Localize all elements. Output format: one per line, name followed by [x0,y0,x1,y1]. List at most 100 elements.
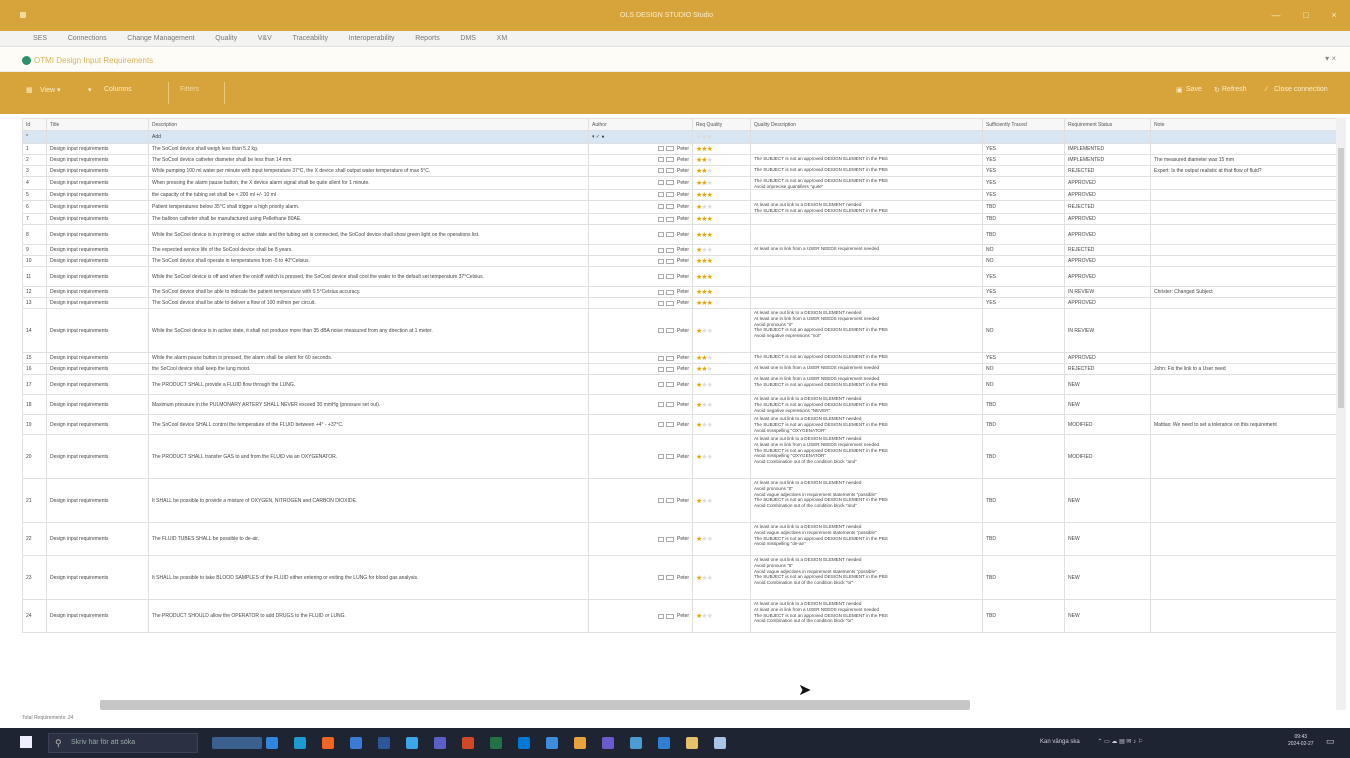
row-title-cell[interactable]: Design input requirements [46,555,149,601]
row-note-cell[interactable] [1150,297,1336,310]
row-quality-description-cell[interactable] [750,189,983,202]
table-row[interactable]: 11 Design input requirements While the SoC… [22,266,1336,288]
refresh-button[interactable]: Refresh [1222,86,1247,93]
row-title-cell[interactable]: Design input requirements [46,478,149,524]
row-title-cell[interactable]: Design input requirements [46,224,149,246]
app-icon-purple[interactable] [602,737,614,749]
row-description-cell[interactable]: The PRODUCT SHOULD allow the OPERATOR to… [148,599,589,634]
row-note-cell[interactable] [1150,143,1336,155]
row-author-cell[interactable]: Peter [588,255,693,268]
row-description-cell[interactable]: It SHALL be possible to take BLOOD SAMPL… [148,555,589,601]
row-author-cell[interactable]: Peter [588,434,693,480]
row-status-cell[interactable]: APPROVED [1064,255,1151,268]
table-row[interactable]: 8 Design input requirements While the SoCo… [22,224,1336,246]
row-quality-description-cell[interactable]: At least one out link to a DESIGN ELEMEN… [750,434,983,480]
row-description-cell[interactable]: When pressing the alarm pause button, th… [148,175,589,191]
row-description-cell[interactable]: It SHALL be possible to provide a mixtur… [148,478,589,524]
row-quality-description-cell[interactable]: At least one in link from a USER NEEDS r… [750,374,983,396]
menu-item-change-management[interactable]: Change Management [127,31,194,47]
row-status-cell[interactable]: IN REVIEW [1064,308,1151,354]
row-traced-cell[interactable]: TBD [982,224,1065,246]
row-status-cell[interactable]: APPROVED [1064,189,1151,202]
row-author-cell[interactable]: Peter [588,352,693,365]
menu-item-interoperability[interactable]: Interoperability [349,31,395,47]
row-traced-cell[interactable]: TBD [982,414,1065,436]
row-id-cell[interactable]: 21 [22,478,47,524]
row-note-cell[interactable]: John: Fix the link to a User need [1150,363,1336,376]
checkbox[interactable] [658,216,665,222]
row-note-cell[interactable] [1150,255,1336,268]
row-description-cell[interactable]: The SoCool device shall operate in tempe… [148,255,589,268]
row-author-cell[interactable]: Peter [588,522,693,557]
row-note-cell[interactable]: Mattias: We need to set a tolerance on t… [1150,414,1336,436]
checkbox[interactable] [658,366,665,372]
row-title-cell[interactable]: Design input requirements [46,374,149,396]
table-row[interactable]: 2 Design input requirements The SoCool dev… [22,154,1336,166]
edge-icon[interactable] [294,737,306,749]
row-status-cell[interactable]: IMPLEMENTED [1064,143,1151,155]
menu-item-quality[interactable]: Quality [215,31,237,47]
horizontal-scrollbar[interactable] [100,700,970,710]
row-id-cell[interactable]: 16 [22,363,47,376]
row-title-cell[interactable]: Design input requirements [46,363,149,376]
row-status-cell[interactable]: APPROVED [1064,266,1151,288]
row-traced-cell[interactable]: TBD [982,522,1065,557]
row-traced-cell[interactable]: TBD [982,555,1065,601]
row-id-cell[interactable]: 3 [22,165,47,177]
row-description-cell[interactable]: The expected service life of the SoCool … [148,244,589,257]
column-header-description[interactable]: Description [148,118,589,131]
row-id-cell[interactable]: 11 [22,266,47,288]
checkbox[interactable] [658,613,665,619]
row-traced-cell[interactable]: YES [982,143,1065,155]
row-quality-description-cell[interactable]: The SUBJECT is not an approved DESIGN EL… [750,175,983,191]
row-quality-description-cell[interactable] [750,286,983,299]
row-description-cell[interactable]: While the SoCool device is in active sta… [148,308,589,354]
taskbar-clock[interactable]: 09:43 2024-02-27 [1288,734,1314,748]
checkbox[interactable] [658,146,665,152]
row-traced-cell[interactable]: YES [982,165,1065,177]
table-row[interactable]: 5 Design input requirements the capacity o… [22,189,1336,202]
pin-icon[interactable]: ▾ × [1325,54,1336,63]
close-connection-button[interactable]: Close connection [1274,86,1328,93]
checkbox[interactable] [658,204,665,210]
row-id-cell[interactable]: 8 [22,224,47,246]
checkbox[interactable] [658,289,665,295]
column-header-id[interactable]: Id [22,118,47,131]
row-quality-description-cell[interactable] [750,297,983,310]
row-id-cell[interactable]: 2 [22,154,47,166]
row-quality-description-cell[interactable] [750,255,983,268]
row-title-cell[interactable]: Design input requirements [46,154,149,166]
menu-item-dms[interactable]: DMS [460,31,476,47]
table-row[interactable]: 7 Design input requirements The balloon ca… [22,213,1336,226]
checkbox[interactable] [658,328,665,334]
row-author-cell[interactable]: Peter [588,244,693,257]
row-title-cell[interactable]: Design input requirements [46,213,149,226]
checkbox[interactable] [658,498,665,504]
row-author-cell[interactable]: Peter [588,363,693,376]
menu-item-ses[interactable]: SES [33,31,47,47]
row-status-cell[interactable]: NEW [1064,555,1151,601]
menu-item-xm[interactable]: XM [497,31,508,47]
explorer-icon[interactable] [350,737,362,749]
row-traced-cell[interactable]: TBD [982,213,1065,226]
column-header-author[interactable]: Author [588,118,693,131]
chevron-down-icon[interactable]: ▾ [88,86,92,94]
row-author-cell[interactable]: Peter [588,286,693,299]
app-icon-blue-2[interactable] [658,737,670,749]
column-header-quality-description[interactable]: Quality Description [750,118,983,131]
filter-button[interactable]: Filters [180,86,199,93]
vertical-scrollbar[interactable] [1336,118,1346,710]
row-id-cell[interactable]: 4 [22,175,47,191]
row-quality-description-cell[interactable]: The SUBJECT is not an approved DESIGN EL… [750,154,983,166]
row-traced-cell[interactable]: YES [982,297,1065,310]
checkbox[interactable] [658,355,665,361]
row-quality-description-cell[interactable] [750,224,983,246]
column-header-title[interactable]: Title [46,118,149,131]
row-description-cell[interactable]: While the SoCool device is in priming or… [148,224,589,246]
menu-item-vv[interactable]: V&V [258,31,272,47]
row-status-cell[interactable]: APPROVED [1064,213,1151,226]
row-author-cell[interactable]: Peter [588,414,693,436]
row-traced-cell[interactable]: NO [982,255,1065,268]
app-icon-light[interactable] [714,737,726,749]
checkbox[interactable] [658,258,665,264]
